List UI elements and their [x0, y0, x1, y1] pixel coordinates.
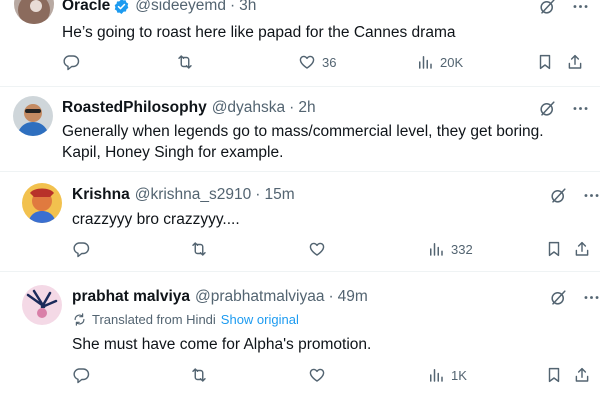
verified-badge-icon — [114, 0, 129, 14]
handle[interactable]: @dyahska — [212, 99, 285, 117]
more-icon[interactable] — [571, 99, 590, 118]
views-button[interactable]: 1K — [427, 366, 467, 384]
like-icon — [308, 366, 326, 384]
tweet-text: crazzyyy bro crazzyyy.... — [72, 211, 240, 228]
tweet-text: He’s going to roast here like papad for … — [62, 24, 456, 41]
like-button[interactable]: 36 — [298, 53, 336, 71]
like-count: 36 — [322, 54, 337, 70]
avatar[interactable] — [22, 285, 62, 325]
reply-icon — [72, 366, 90, 384]
view-count: 20K — [440, 54, 464, 70]
reply-button[interactable] — [72, 366, 90, 384]
timestamp[interactable]: 2h — [298, 99, 315, 117]
tweet-text: She must have come for Alpha's promotion… — [72, 336, 372, 353]
tweet-oracle[interactable]: Oracle @sideeyemd · 3h He’s going to roa… — [0, 0, 600, 86]
views-icon — [427, 240, 445, 258]
timestamp[interactable]: 15m — [264, 186, 294, 204]
views-button[interactable]: 332 — [427, 240, 473, 258]
handle[interactable]: @sideeyemd — [135, 0, 226, 15]
share-icon — [566, 53, 584, 71]
more-icon[interactable] — [582, 186, 600, 205]
handle[interactable]: @krishna_s2910 — [135, 186, 252, 204]
timestamp[interactable]: 49m — [338, 288, 368, 306]
handle[interactable]: @prabhatmalviyaa — [195, 288, 324, 306]
tweet-text: Generally when legends go to mass/commer… — [62, 121, 544, 163]
tweet-krishna[interactable]: Krishna @krishna_s2910 · 15m crazzyyy br… — [0, 172, 600, 271]
translated-label: Translated from Hindi — [92, 312, 216, 327]
like-icon — [298, 53, 316, 71]
bookmark-button[interactable] — [545, 366, 563, 384]
bookmark-button[interactable] — [545, 240, 563, 258]
grok-icon[interactable] — [538, 99, 557, 118]
display-name[interactable]: Krishna — [72, 186, 130, 204]
display-name[interactable]: Oracle — [62, 0, 110, 15]
display-name[interactable]: RoastedPhilosophy — [62, 99, 207, 117]
view-count: 332 — [451, 241, 473, 257]
separator-dot: · — [289, 99, 295, 116]
separator-dot: · — [229, 0, 236, 14]
retweet-icon — [190, 366, 208, 384]
retweet-button[interactable] — [190, 240, 208, 258]
more-icon[interactable] — [571, 0, 590, 16]
avatar[interactable] — [22, 183, 62, 223]
reply-icon — [62, 53, 80, 71]
like-button[interactable] — [308, 366, 326, 384]
share-button[interactable] — [573, 240, 591, 258]
bookmark-icon — [545, 366, 563, 384]
separator-dot: · — [255, 186, 261, 203]
share-button[interactable] — [566, 53, 584, 71]
bookmark-button[interactable] — [536, 53, 554, 71]
show-original-link[interactable]: Show original — [221, 312, 299, 327]
share-button[interactable] — [573, 366, 591, 384]
grok-icon[interactable] — [549, 288, 568, 307]
tweet-prabhat-malviya[interactable]: prabhat malviya @prabhatmalviyaa · 49m T… — [0, 272, 600, 400]
timestamp[interactable]: 3h — [239, 0, 256, 15]
retweet-button[interactable] — [190, 366, 208, 384]
tweet-text-line: Generally when legends go to mass/commer… — [62, 123, 544, 140]
more-icon[interactable] — [582, 288, 600, 307]
view-count: 1K — [451, 367, 467, 383]
bookmark-icon — [545, 240, 563, 258]
like-icon — [308, 240, 326, 258]
reply-button[interactable] — [62, 53, 80, 71]
share-icon — [573, 240, 591, 258]
separator-dot: · — [328, 288, 334, 305]
reply-icon — [72, 240, 90, 258]
translate-icon — [72, 312, 87, 327]
reply-button[interactable] — [72, 240, 90, 258]
views-icon — [416, 53, 434, 71]
avatar[interactable] — [14, 0, 54, 24]
share-icon — [573, 366, 591, 384]
display-name[interactable]: prabhat malviya — [72, 288, 190, 306]
retweet-icon — [190, 240, 208, 258]
tweet-roastedphilosophy[interactable]: RoastedPhilosophy @dyahska · 2h Generall… — [0, 87, 600, 171]
like-button[interactable] — [308, 240, 326, 258]
avatar[interactable] — [13, 96, 53, 136]
bookmark-icon — [536, 53, 554, 71]
grok-icon[interactable] — [549, 186, 568, 205]
views-icon — [427, 366, 445, 384]
views-button[interactable]: 20K — [416, 53, 463, 71]
tweet-text-line: Kapil, Honey Singh for example. — [62, 144, 284, 161]
retweet-icon — [176, 53, 194, 71]
retweet-button[interactable] — [176, 53, 194, 71]
grok-icon[interactable] — [538, 0, 557, 16]
